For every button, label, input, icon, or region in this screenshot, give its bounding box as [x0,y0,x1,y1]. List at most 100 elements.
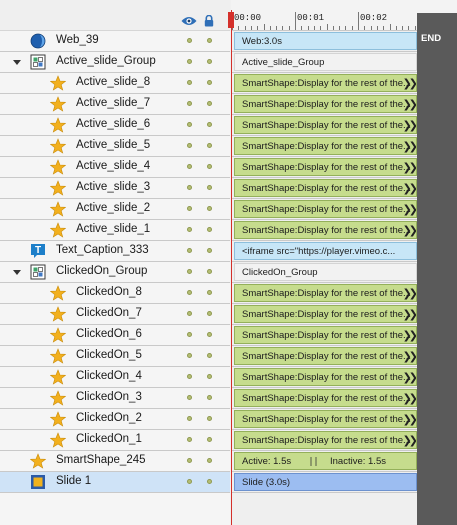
timeline-bar-web-39[interactable]: Web:3.0s [234,32,417,50]
eye-icon[interactable] [181,16,197,26]
timeline-bar-active-slide-group[interactable]: Active_slide_Group [234,53,417,71]
timeline-bar-active-slide-7[interactable]: SmartShape:Display for the rest of the..… [234,95,417,113]
lock-toggle[interactable] [207,248,212,253]
lock-toggle[interactable] [207,185,212,190]
layer-row-clickedon-5[interactable]: ClickedOn_5 [0,346,230,367]
layer-row-active-slide-2[interactable]: Active_slide_2 [0,199,230,220]
timeline-bar-active-slide-2[interactable]: SmartShape:Display for the rest of the..… [234,200,417,218]
lock-toggle[interactable] [207,164,212,169]
visibility-toggle[interactable] [187,38,192,43]
timeline-bar-text-caption-333[interactable]: <iframe src="https://player.vimeo.c... [234,242,417,260]
pause-marker-icon[interactable] [310,457,317,466]
lock-toggle[interactable] [207,311,212,316]
layer-row-active-slide-1[interactable]: Active_slide_1 [0,220,230,241]
layer-row-clickedon-3[interactable]: ClickedOn_3 [0,388,230,409]
lock-toggle[interactable] [207,143,212,148]
visibility-toggle[interactable] [187,206,192,211]
visibility-toggle[interactable] [187,374,192,379]
visibility-toggle[interactable] [187,59,192,64]
visibility-toggle[interactable] [187,332,192,337]
visibility-toggle[interactable] [187,416,192,421]
layer-row-smartshape-245[interactable]: SmartShape_245 [0,451,230,472]
lock-icon[interactable] [204,15,214,27]
timeline-bar-clickedon-3[interactable]: SmartShape:Display for the rest of the..… [234,389,417,407]
timeline-bar-smartshape-245[interactable]: Active: 1.5s Inactive: 1.5s [234,452,417,470]
layer-row-clickedon-group[interactable]: ClickedOn_Group [0,262,230,283]
lock-toggle[interactable] [207,290,212,295]
layer-row-clickedon-2[interactable]: ClickedOn_2 [0,409,230,430]
layer-row-active-slide-8[interactable]: Active_slide_8 [0,73,230,94]
layer-row-text-caption-333[interactable]: T Text_Caption_333 [0,241,230,262]
timeline-bar-active-slide-5[interactable]: SmartShape:Display for the rest of the..… [234,137,417,155]
lock-toggle[interactable] [207,227,212,232]
timeline-bar-label: SmartShape:Display for the rest of the..… [242,204,411,215]
layer-row-active-slide-3[interactable]: Active_slide_3 [0,178,230,199]
layer-row-clickedon-4[interactable]: ClickedOn_4 [0,367,230,388]
lock-toggle[interactable] [207,38,212,43]
visibility-toggle[interactable] [187,248,192,253]
lock-toggle[interactable] [207,332,212,337]
lock-toggle[interactable] [207,416,212,421]
lock-toggle[interactable] [207,122,212,127]
lock-toggle[interactable] [207,101,212,106]
visibility-toggle[interactable] [187,311,192,316]
visibility-toggle[interactable] [187,122,192,127]
visibility-toggle[interactable] [187,101,192,106]
visibility-toggle[interactable] [187,227,192,232]
expand-triangle-icon[interactable] [13,60,21,65]
timeline-bar-active-slide-3[interactable]: SmartShape:Display for the rest of the..… [234,179,417,197]
visibility-toggle[interactable] [187,143,192,148]
lock-toggle[interactable] [207,395,212,400]
timeline-bar-active-slide-4[interactable]: SmartShape:Display for the rest of the..… [234,158,417,176]
star-icon [49,369,67,385]
playhead-line[interactable] [231,10,232,525]
group-icon [30,264,46,280]
timeline-bar-slide-1[interactable]: Slide (3.0s) [234,473,417,491]
layer-row-web-39[interactable]: Web_39 [0,31,230,52]
layer-row-active-slide-4[interactable]: Active_slide_4 [0,157,230,178]
lock-toggle[interactable] [207,374,212,379]
visibility-toggle[interactable] [187,290,192,295]
layer-row-clickedon-8[interactable]: ClickedOn_8 [0,283,230,304]
lock-toggle[interactable] [207,269,212,274]
layer-row-active-slide-group[interactable]: Active_slide_Group [0,52,230,73]
lock-toggle[interactable] [207,206,212,211]
visibility-toggle[interactable] [187,80,192,85]
visibility-toggle[interactable] [187,164,192,169]
visibility-toggle[interactable] [187,479,192,484]
timeline-bar-clickedon-group[interactable]: ClickedOn_Group [234,263,417,281]
timeline-bar-clickedon-7[interactable]: SmartShape:Display for the rest of the..… [234,305,417,323]
visibility-toggle[interactable] [187,458,192,463]
visibility-toggle[interactable] [187,269,192,274]
star-icon [49,222,67,238]
timeline-bar-clickedon-6[interactable]: SmartShape:Display for the rest of the..… [234,326,417,344]
layer-row-clickedon-7[interactable]: ClickedOn_7 [0,304,230,325]
lock-toggle[interactable] [207,80,212,85]
lock-toggle[interactable] [207,479,212,484]
lock-toggle[interactable] [207,59,212,64]
layer-row-slide-1[interactable]: Slide 1 [0,472,230,493]
layer-row-active-slide-6[interactable]: Active_slide_6 [0,115,230,136]
timeline-bar-clickedon-2[interactable]: SmartShape:Display for the rest of the..… [234,410,417,428]
star-icon [49,411,67,427]
visibility-toggle[interactable] [187,395,192,400]
visibility-toggle[interactable] [187,353,192,358]
expand-triangle-icon[interactable] [13,270,21,275]
timeline-bar-clickedon-5[interactable]: SmartShape:Display for the rest of the..… [234,347,417,365]
visibility-toggle[interactable] [187,185,192,190]
visibility-toggle[interactable] [187,437,192,442]
timeline-bar-clickedon-8[interactable]: SmartShape:Display for the rest of the..… [234,284,417,302]
layer-row-active-slide-5[interactable]: Active_slide_5 [0,136,230,157]
layer-row-clickedon-6[interactable]: ClickedOn_6 [0,325,230,346]
timeline-bar-active-slide-6[interactable]: SmartShape:Display for the rest of the..… [234,116,417,134]
lock-toggle[interactable] [207,353,212,358]
layer-row-clickedon-1[interactable]: ClickedOn_1 [0,430,230,451]
lock-toggle[interactable] [207,458,212,463]
timeline-bar-active-slide-8[interactable]: SmartShape:Display for the rest of the..… [234,74,417,92]
lock-toggle[interactable] [207,437,212,442]
timeline-bar-active-slide-1[interactable]: SmartShape:Display for the rest of the..… [234,221,417,239]
layer-row-active-slide-7[interactable]: Active_slide_7 [0,94,230,115]
timeline-bar-clickedon-1[interactable]: SmartShape:Display for the rest of the..… [234,431,417,449]
timeline-bar-clickedon-4[interactable]: SmartShape:Display for the rest of the..… [234,368,417,386]
playhead-handle[interactable] [228,12,234,28]
